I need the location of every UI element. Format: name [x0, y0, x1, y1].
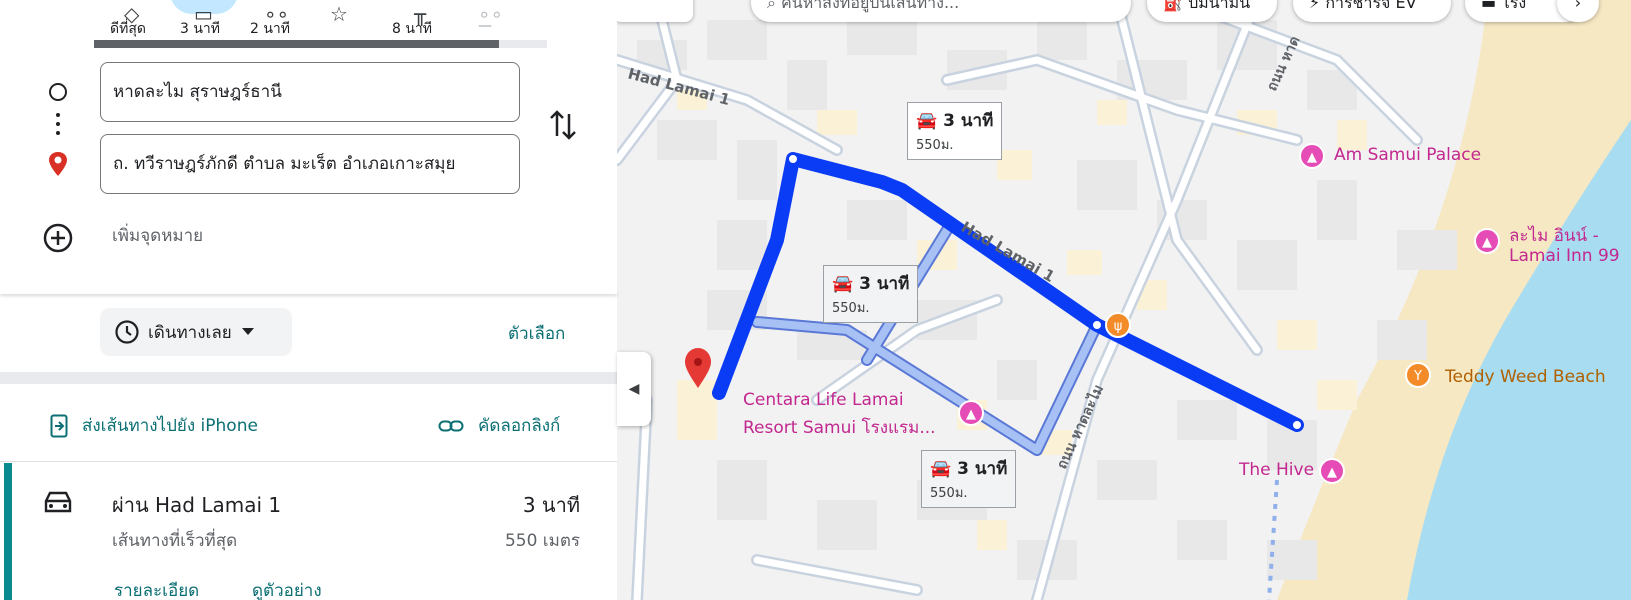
gas-station-icon: ⛽ — [1163, 0, 1189, 12]
poi-lamai-inn-1[interactable]: ละไม อินน์ - — [1509, 222, 1599, 249]
car-icon: 🚘 — [916, 110, 938, 131]
car-icon: 🚘 — [930, 458, 952, 479]
search-icon: ⌕ — [767, 0, 782, 12]
add-destination-label[interactable]: เพิ่มจุดหมาย — [112, 222, 203, 249]
bubble-alt1-dist: 550ม. — [832, 301, 870, 316]
panel-divider — [0, 290, 617, 294]
poi-lamai-inn-2: Lamai Inn 99 — [1509, 246, 1620, 266]
destination-pin-icon — [49, 152, 67, 176]
depart-now-label: เดินทางเลย — [148, 322, 232, 343]
route-preview-link[interactable]: ดูตัวอย่าง — [252, 577, 322, 600]
send-to-phone-label: ส่งเส้นทางไปยัง iPhone — [82, 416, 258, 436]
chip-ev-charging[interactable]: ⚡ การชาร์จ EV — [1293, 0, 1451, 22]
hotel-pin-icon[interactable]: ▲ — [1319, 458, 1345, 484]
chevron-down-icon — [241, 328, 254, 335]
bar-icon[interactable]: Y — [1405, 362, 1431, 388]
route-time: 3 นาที — [522, 493, 580, 517]
copy-link-label: คัดลอกลิงก์ — [478, 416, 561, 436]
options-link[interactable]: ตัวเลือก — [508, 320, 565, 347]
poi-teddy-weed-beach[interactable]: Teddy Weed Beach — [1445, 367, 1606, 387]
bike-icon: ∘∘ — [478, 2, 504, 26]
poi-am-samui[interactable]: Am Samui Palace — [1334, 145, 1481, 165]
directions-panel: ◇ ดีที่สุด ▭ 3 นาที ∘∘ 2 นาที ☆ ╥ 8 นาที… — [0, 0, 617, 600]
chip-gas-label: ปั๊มน้ำมัน — [1188, 0, 1251, 12]
mode-motorbike[interactable]: ∘∘ 2 นาที — [250, 2, 290, 40]
mode-car[interactable]: ▭ 3 นาที — [180, 2, 220, 40]
transit-icon: ☆ — [330, 2, 348, 26]
chip-gas-stations[interactable]: ⛽ ปั๊มน้ำมัน — [1147, 0, 1277, 22]
chip-hotel-label: โรง — [1501, 0, 1527, 12]
send-to-device-icon — [50, 414, 68, 437]
copy-link-button[interactable]: คัดลอกลิงก์ — [438, 412, 560, 439]
chevron-right-icon: › — [1574, 0, 1582, 12]
route-title: ผ่าน Had Lamai 1 — [112, 493, 282, 517]
bubble-alt2-time: 3 นาที — [957, 459, 1008, 479]
mode-progress-bar — [94, 40, 547, 48]
bubble-alt1-time: 3 นาที — [859, 274, 910, 294]
motorbike-icon: ∘∘ — [264, 2, 290, 26]
route-bubble-primary[interactable]: 🚘 3 นาที 550ม. — [907, 102, 1003, 160]
poi-the-hive[interactable]: The Hive — [1239, 460, 1314, 480]
car-icon — [44, 491, 72, 513]
mode-walk[interactable]: ╥ 8 นาที — [392, 2, 432, 40]
hotel-pin-icon[interactable]: ▲ — [958, 400, 984, 426]
poi-centara-1[interactable]: Centara Life Lamai — [743, 390, 904, 410]
origin-input[interactable]: หาดละไม สุราษฎร์ธานี — [100, 62, 520, 122]
ev-charger-icon: ⚡ — [1309, 0, 1326, 12]
mode-bike[interactable]: ∘∘ — — [478, 2, 503, 34]
route-distance: 550 เมตร — [504, 531, 580, 551]
route-dots-icon — [56, 113, 60, 135]
mode-progress-fill — [94, 40, 499, 48]
mode-best[interactable]: ◇ ดีที่สุด — [110, 2, 146, 40]
route-bubble-alt-2[interactable]: 🚘 3 นาที 550ม. — [921, 450, 1017, 508]
hotel-pin-icon[interactable]: ▲ — [1474, 228, 1500, 254]
collapse-panel-button[interactable]: ◀ — [617, 352, 651, 426]
origin-circle-icon — [49, 83, 67, 101]
travel-mode-row: ◇ ดีที่สุด ▭ 3 นาที ∘∘ 2 นาที ☆ ╥ 8 นาที… — [0, 0, 617, 40]
route-search-placeholder: ค้นหาสิ่งที่อยู่บนเส้นทาง... — [781, 0, 960, 12]
clock-icon — [115, 320, 139, 344]
street-had-lamai-1-b: Had Lamai 1 — [958, 218, 1058, 286]
depart-now-button[interactable]: เดินทางเลย — [100, 308, 292, 356]
bubble-primary-dist: 550ม. — [916, 138, 954, 153]
route-option-card[interactable]: ผ่าน Had Lamai 1 เส้นทางที่เร็วที่สุด 3 … — [0, 463, 617, 600]
route-search-input[interactable]: ⌕ ค้นหาสิ่งที่อยู่บนเส้นทาง... — [751, 0, 1131, 22]
chip-ev-label: การชาร์จ EV — [1325, 0, 1417, 12]
map-base: Had Lamai 1 Had Lamai 1 ถนน หาดละไม ถนน … — [617, 0, 1631, 600]
route-details-link[interactable]: รายละเอียด — [114, 577, 199, 600]
car-icon: ▭ — [194, 2, 213, 26]
route-bubble-alt-1[interactable]: 🚘 3 นาที 550ม. — [823, 265, 919, 323]
best-route-icon: ◇ — [124, 2, 140, 26]
map-canvas[interactable]: Had Lamai 1 Had Lamai 1 ถนน หาดละไม ถนน … — [617, 0, 1631, 600]
walk-icon: ╥ — [414, 2, 427, 26]
route-end-dot — [1291, 419, 1303, 431]
selected-route-accent — [4, 463, 12, 600]
destination-input[interactable]: ถ. ทวีราษฎร์ภักดี ตำบล มะเร็ต อำเภอเกาะส… — [100, 134, 520, 194]
link-icon — [438, 420, 464, 431]
section-separator — [0, 372, 617, 384]
bed-icon: ▬ — [1481, 0, 1502, 12]
restaurant-icon[interactable]: ψ — [1105, 312, 1131, 338]
bubble-alt2-dist: 550ม. — [930, 486, 968, 501]
swap-icon[interactable] — [548, 108, 578, 142]
chevron-left-icon: ◀ — [628, 381, 640, 397]
layers-toggle[interactable] — [617, 0, 693, 22]
send-to-phone-link[interactable]: ส่งเส้นทางไปยัง iPhone — [50, 412, 258, 439]
car-icon: 🚘 — [832, 273, 854, 294]
add-destination-icon[interactable] — [42, 222, 74, 254]
route-junction-dot — [1091, 319, 1103, 331]
hotel-pin-icon[interactable]: ▲ — [1299, 143, 1325, 169]
bubble-primary-time: 3 นาที — [943, 111, 994, 131]
share-row: ส่งเส้นทางไปยัง iPhone คัดลอกลิงก์ — [0, 384, 617, 462]
route-start-dot — [787, 153, 799, 165]
route-subtitle: เส้นทางที่เร็วที่สุด — [112, 531, 238, 551]
poi-centara-2: Resort Samui โรงแรม... — [743, 418, 936, 438]
